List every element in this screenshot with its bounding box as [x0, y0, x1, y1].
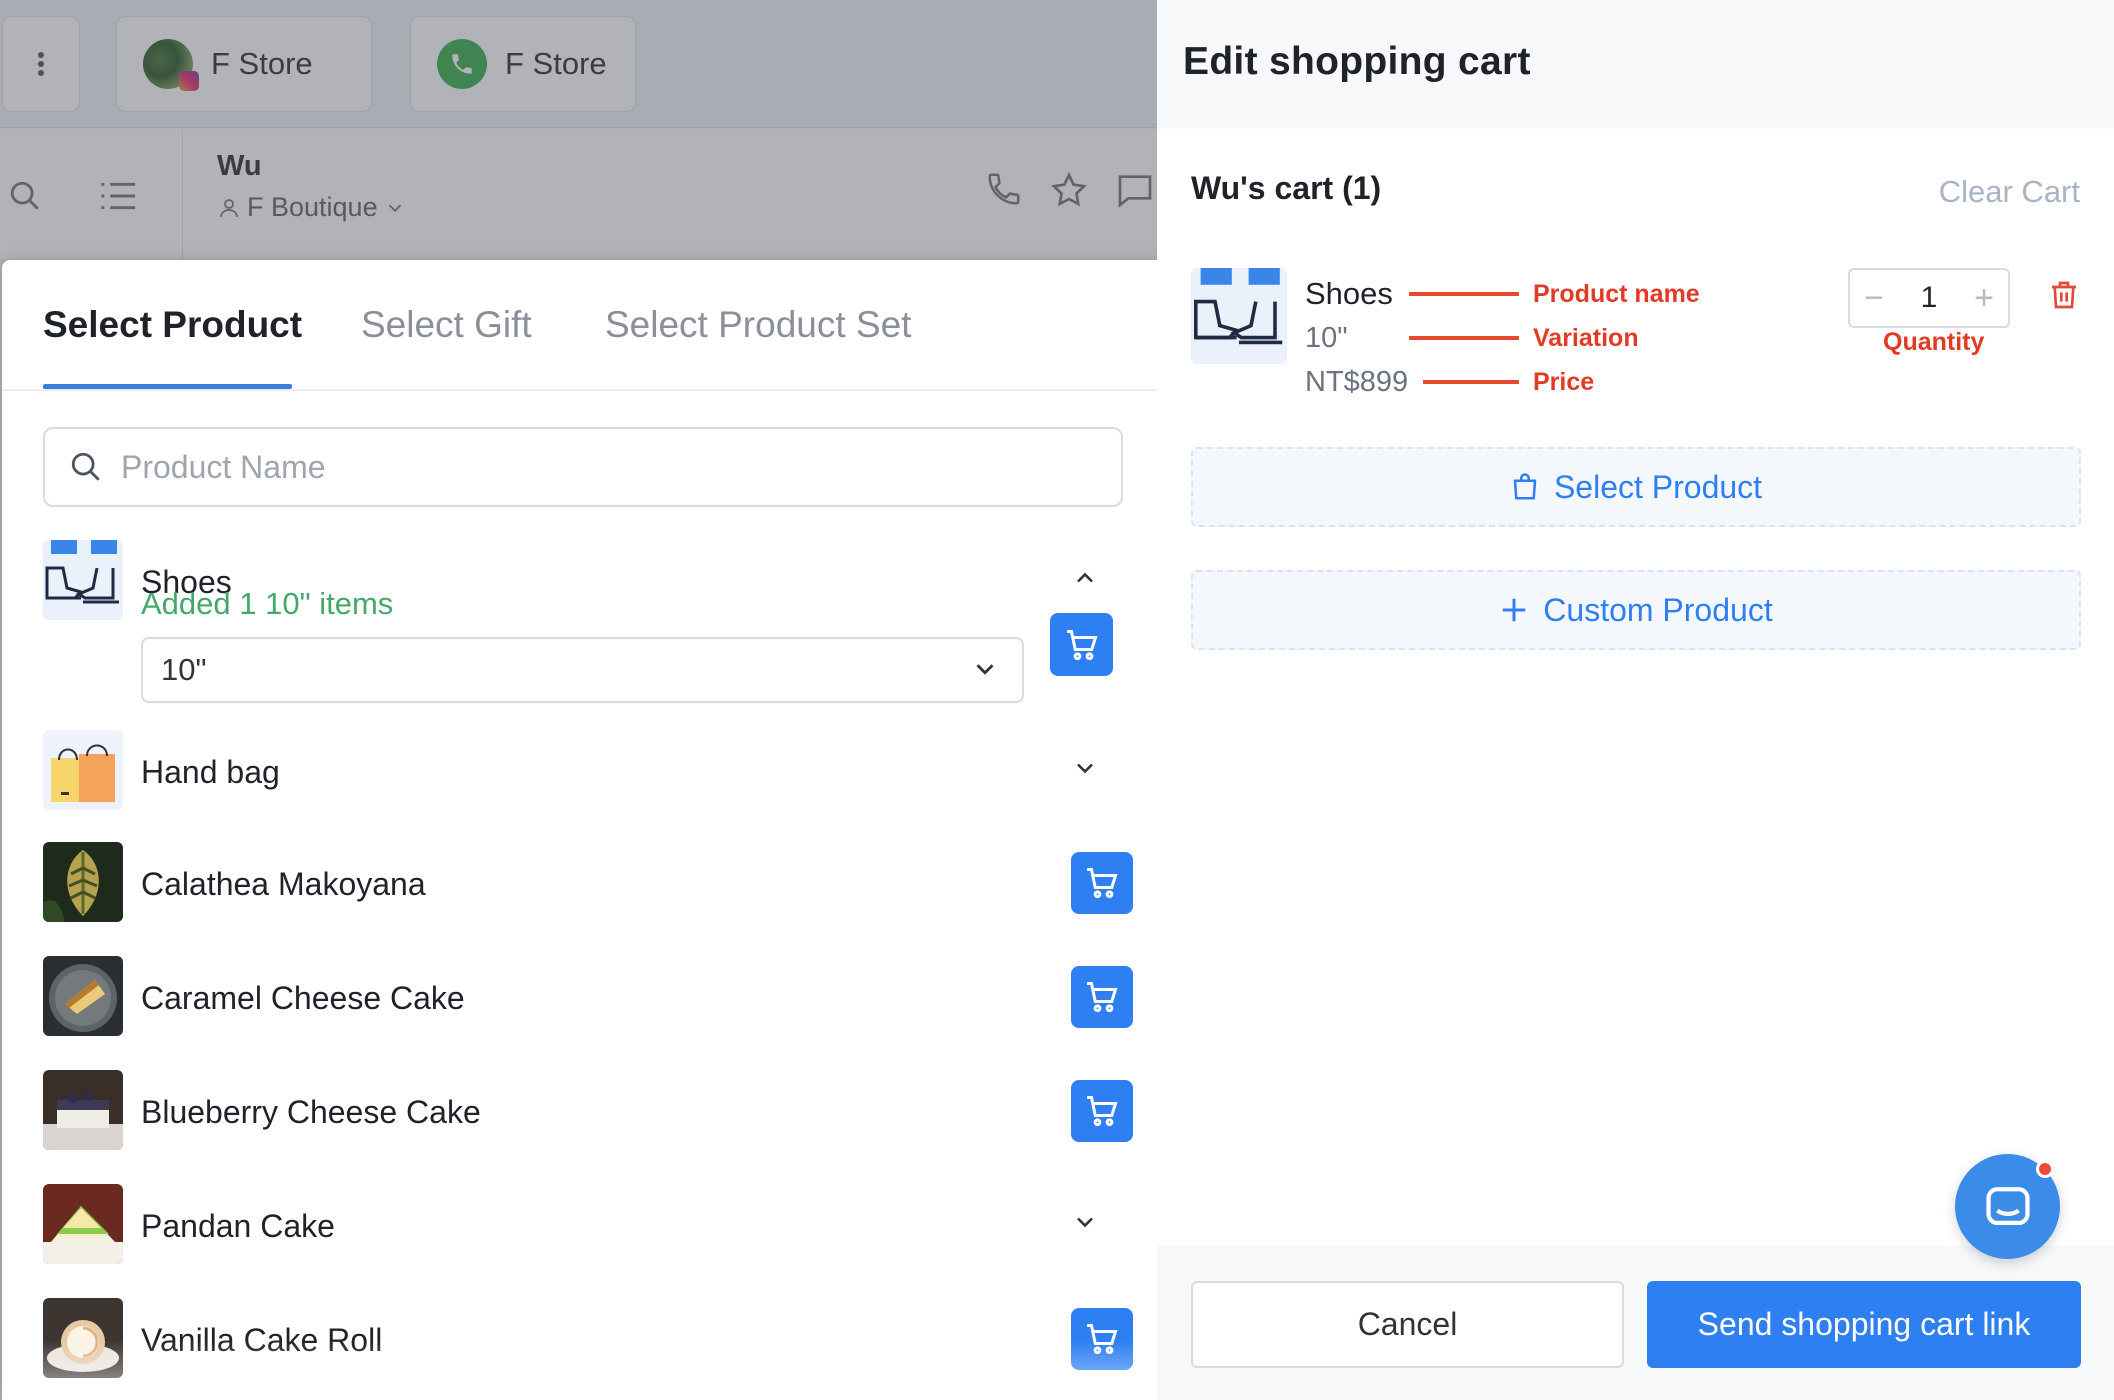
product-thumbnail [43, 842, 123, 922]
active-tab-indicator [43, 384, 292, 389]
variant-select[interactable]: 10" [141, 637, 1024, 703]
product-row-caramel-cheese-cake: Caramel Cheese Cake [43, 956, 1133, 1038]
chat-widget-button[interactable] [1955, 1154, 2060, 1259]
annotation-price: Price [1533, 368, 1595, 396]
product-search-input[interactable] [121, 448, 1021, 486]
quantity-value: 1 [1920, 281, 1938, 314]
product-row-pandan-cake: Pandan Cake [43, 1184, 1133, 1266]
collapse-button[interactable] [1065, 558, 1105, 598]
cart-icon [1087, 1324, 1118, 1355]
plus-icon [1503, 598, 1526, 622]
added-items-note: Added 1 10" items [141, 586, 394, 621]
cart-item-variation: 10" [1305, 322, 1348, 354]
send-cart-link-button[interactable]: Send shopping cart link [1647, 1281, 2081, 1368]
product-thumbnail [43, 1070, 123, 1150]
annotation-variation: Variation [1533, 324, 1639, 352]
cart-item-price: NT$899 [1305, 366, 1409, 398]
increment-button[interactable]: + [1974, 281, 1994, 315]
product-thumbnail [43, 1184, 123, 1264]
product-thumbnail [43, 956, 123, 1036]
cart-title: Wu's cart (1) [1191, 170, 1382, 206]
chat-bubble-icon [1985, 1186, 2030, 1225]
selected-variant: 10" [161, 652, 207, 687]
cart-icon [1066, 629, 1098, 660]
decrement-button[interactable]: − [1864, 281, 1884, 315]
cart-item-thumbnail [1191, 268, 1287, 364]
annotation-line [1409, 292, 1519, 296]
product-row-hand-bag: Hand bag [43, 730, 1133, 812]
expand-button[interactable] [1065, 1202, 1105, 1242]
drawer-title: Edit shopping cart [1183, 40, 1531, 83]
cancel-button[interactable]: Cancel [1191, 1281, 1624, 1368]
tab-select-product[interactable]: Select Product [43, 304, 302, 346]
chevron-down-icon [1077, 1217, 1093, 1228]
expand-button[interactable] [1065, 748, 1105, 788]
quantity-stepper[interactable]: − 1 + [1848, 268, 2010, 328]
chevron-down-icon [1077, 763, 1093, 774]
product-row-calathea: Calathea Makoyana [43, 842, 1133, 924]
product-name: Calathea Makoyana [141, 866, 426, 902]
cart-item-name: Shoes [1305, 276, 1393, 311]
search-icon [71, 452, 100, 481]
cart-icon [1087, 868, 1118, 899]
add-to-cart-button[interactable] [1050, 613, 1113, 676]
select-product-button[interactable]: Select Product [1191, 447, 2081, 527]
add-to-cart-button[interactable] [1071, 852, 1133, 914]
product-row-vanilla-cake-roll: Vanilla Cake Roll [43, 1298, 1133, 1380]
shopping-bag-icon [1513, 473, 1537, 500]
product-name: Vanilla Cake Roll [141, 1322, 383, 1358]
product-name: Blueberry Cheese Cake [141, 1094, 481, 1130]
tab-select-gift[interactable]: Select Gift [361, 304, 532, 346]
tab-select-product-set[interactable]: Select Product Set [605, 304, 911, 346]
product-row-blueberry-cheese-cake: Blueberry Cheese Cake [43, 1070, 1133, 1152]
chevron-up-icon [1077, 572, 1093, 583]
cart-icon [1087, 982, 1118, 1013]
drawer-header: Edit shopping cart [1157, 0, 2114, 129]
chevron-down-icon [976, 664, 994, 675]
add-to-cart-button[interactable] [1071, 1308, 1133, 1370]
custom-product-label: Custom Product [1543, 591, 1773, 628]
product-search-box[interactable] [43, 427, 1123, 507]
annotation-line [1409, 336, 1519, 340]
product-thumbnail [43, 730, 123, 810]
custom-product-button[interactable]: Custom Product [1191, 570, 2081, 650]
product-name: Pandan Cake [141, 1208, 335, 1244]
product-thumbnail [43, 540, 123, 620]
product-name: Hand bag [141, 754, 280, 790]
select-product-label: Select Product [1553, 468, 1763, 505]
trash-icon [2052, 281, 2076, 309]
notification-dot [2036, 1160, 2054, 1178]
annotation-product-name: Product name [1533, 280, 1700, 308]
clear-cart-button[interactable]: Clear Cart [1939, 174, 2080, 210]
product-picker-panel: Select Product Select Gift Select Produc… [2, 260, 1165, 1400]
add-to-cart-button[interactable] [1071, 1080, 1133, 1142]
annotation-line [1423, 380, 1519, 384]
remove-item-button[interactable] [2048, 278, 2080, 317]
product-thumbnail [43, 1298, 123, 1378]
product-name: Caramel Cheese Cake [141, 980, 465, 1016]
cart-icon [1087, 1096, 1118, 1127]
picker-tabs: Select Product Select Gift Select Produc… [2, 260, 1165, 391]
annotation-quantity: Quantity [1883, 328, 1985, 356]
add-to-cart-button[interactable] [1071, 966, 1133, 1028]
